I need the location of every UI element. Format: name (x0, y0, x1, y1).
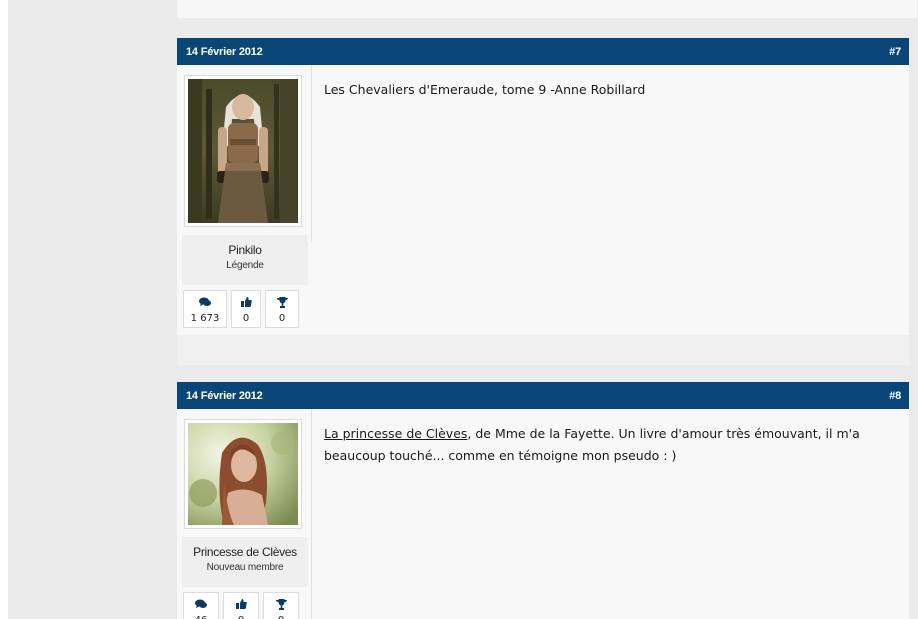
comments-icon (184, 597, 218, 611)
trophy-icon (264, 597, 298, 611)
trophies-stat[interactable]: 0 (265, 290, 299, 328)
trophies-count: 0 (264, 615, 298, 619)
post-content: Les Chevaliers d'Emeraude, tome 9 -Anne … (324, 82, 646, 97)
post-header: 14 Février 2012 #7 (177, 38, 909, 65)
post-number-link[interactable]: #8 (889, 390, 901, 402)
user-title: Légende (226, 260, 264, 271)
trophy-icon (266, 295, 298, 309)
book-link[interactable]: La princesse de Clèves (324, 426, 467, 441)
messages-count: 46 (184, 615, 218, 619)
likes-stat[interactable]: 0 (223, 592, 259, 619)
user-title: Nouveau membre (206, 562, 284, 573)
user-stats: 1 673 0 0 (183, 290, 308, 328)
thumbs-up-icon (224, 597, 258, 611)
messages-count: 1 673 (190, 313, 220, 324)
messages-stat[interactable]: 46 (183, 592, 219, 619)
likes-count: 0 (242, 313, 250, 324)
post-date: 14 Février 2012 (186, 45, 263, 58)
trophies-stat[interactable]: 0 (263, 592, 299, 619)
user-info: Pinkilo Légende 1 673 0 0 (182, 75, 308, 328)
post: 14 Février 2012 #7 Pinkilo Légende 1 673… (177, 38, 909, 365)
likes-count: 0 (224, 615, 258, 619)
trophies-count: 0 (278, 313, 286, 324)
post-number-link[interactable]: #7 (889, 46, 901, 58)
username-link[interactable]: Princesse de Clèves (182, 545, 308, 559)
user-box: Princesse de Clèves Nouveau membre (182, 537, 308, 587)
post-content: La princesse de Clèves, de Mme de la Fay… (324, 423, 891, 467)
messages-stat[interactable]: 1 673 (183, 290, 227, 328)
post-body: Princesse de Clèves Nouveau membre 46 0 (177, 409, 909, 619)
previous-post-tail (177, 0, 917, 18)
post-header: 14 Février 2012 #8 (177, 382, 909, 409)
user-stats: 46 0 0 (183, 592, 308, 619)
post-body: Pinkilo Légende 1 673 0 0 Les Chevaliers… (177, 65, 909, 335)
column-divider (311, 65, 312, 241)
thumbs-up-icon (232, 295, 260, 309)
post-date: 14 Février 2012 (186, 389, 263, 402)
likes-stat[interactable]: 0 (231, 290, 261, 328)
avatar-frame[interactable] (184, 75, 302, 227)
comments-icon (184, 295, 226, 309)
post: 14 Février 2012 #8 Princesse de Clèves N… (177, 382, 909, 619)
avatar-frame[interactable] (184, 419, 302, 529)
post-footer (177, 335, 909, 365)
user-info: Princesse de Clèves Nouveau membre 46 0 (182, 419, 308, 619)
user-box: Pinkilo Légende (182, 235, 308, 285)
avatar (188, 423, 298, 525)
username-link[interactable]: Pinkilo (182, 243, 308, 257)
avatar (188, 79, 298, 223)
column-divider (311, 409, 312, 619)
